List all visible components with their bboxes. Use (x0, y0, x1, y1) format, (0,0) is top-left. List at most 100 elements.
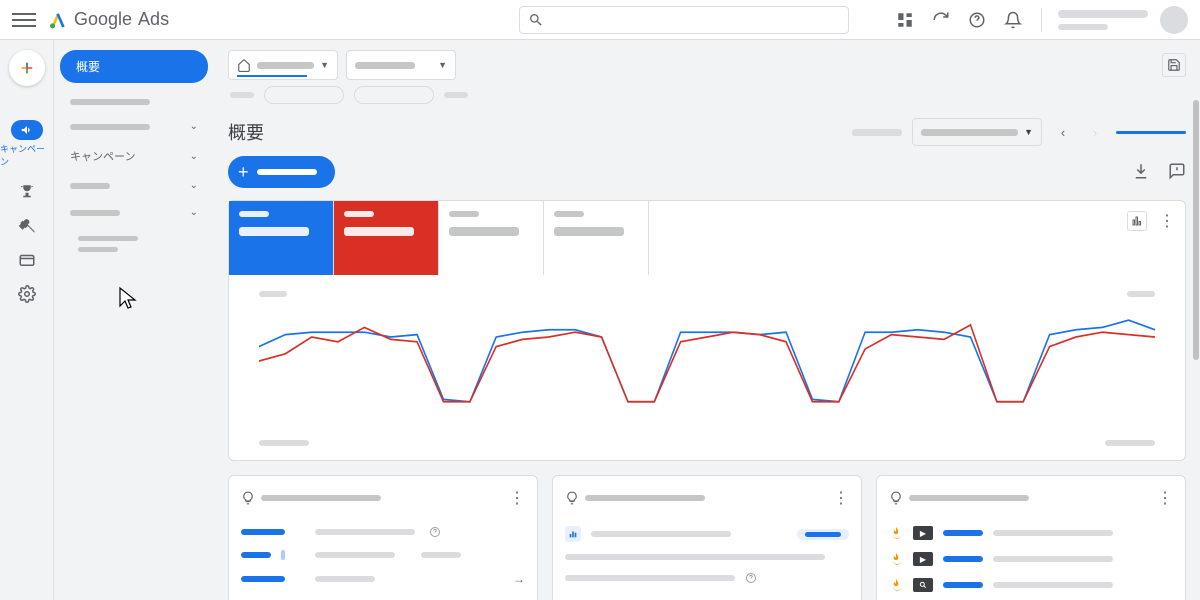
compare-label (852, 129, 902, 136)
sidebar-item-5[interactable]: ⌄ (60, 199, 208, 226)
rail-campaigns[interactable]: キャンペーン (0, 120, 53, 168)
avatar[interactable] (1160, 6, 1188, 34)
cards-row: ⋮ → → → ⋮ (228, 475, 1186, 600)
home-icon (237, 58, 251, 72)
filter-chip[interactable] (264, 86, 344, 104)
lightbulb-icon (889, 491, 903, 505)
content: ▼ ▼ 概要 ▼ ‹ › (214, 40, 1200, 600)
search-field[interactable] (552, 12, 840, 27)
sidebar-overview[interactable]: 概要 (60, 50, 208, 83)
list-item[interactable]: → (241, 566, 525, 592)
scrollbar-thumb[interactable] (1193, 100, 1199, 360)
y-axis-label-left (259, 291, 287, 297)
sidebar-campaigns[interactable]: キャンペーン⌄ (60, 140, 208, 172)
arrow-right-icon: → (513, 572, 525, 586)
list-item[interactable]: → (241, 592, 525, 600)
search-input[interactable] (519, 6, 849, 34)
lightbulb-icon (241, 491, 255, 505)
chevron-down-icon: ⌄ (190, 121, 198, 132)
lightbulb-icon (565, 491, 579, 505)
video-icon: ▶ (913, 552, 933, 566)
status-badge (797, 529, 849, 540)
logo[interactable]: Google Ads (48, 9, 169, 30)
insight-card-1: ⋮ → → → (228, 475, 538, 600)
title-row: 概要 ▼ ‹ › (228, 118, 1186, 146)
chart-footer (229, 434, 1185, 460)
header: Google Ads (0, 0, 1200, 40)
line-chart (259, 301, 1155, 421)
scrollbar[interactable] (1192, 40, 1200, 600)
sidebar-item-2[interactable]: ⌄ (60, 113, 208, 140)
fire-icon (889, 526, 903, 540)
scope-secondary[interactable]: ▼ (346, 50, 456, 80)
search-icon (528, 12, 544, 28)
y-axis-label-right (1127, 291, 1155, 297)
expand-chart-icon[interactable] (1127, 211, 1147, 231)
account-info[interactable] (1058, 10, 1148, 30)
search-ad-icon (913, 578, 933, 592)
hamburger-icon[interactable] (12, 8, 36, 32)
list-item[interactable] (241, 520, 525, 544)
fire-icon (889, 552, 903, 566)
rail-goals-icon[interactable] (17, 182, 37, 202)
accent-line (1116, 131, 1186, 134)
chart-menu-icon[interactable]: ⋮ (1159, 211, 1175, 231)
card-menu-icon[interactable]: ⋮ (833, 488, 849, 508)
refresh-icon[interactable] (929, 8, 953, 32)
logo-suffix: Ads (138, 9, 169, 30)
date-next: › (1084, 121, 1106, 143)
fire-icon (889, 578, 903, 592)
metric-tile-3[interactable] (439, 201, 544, 275)
insight-card-3: ⋮ ▶ ▶ (876, 475, 1186, 600)
metric-tile-2[interactable] (334, 201, 439, 275)
list-item[interactable]: ▶ (889, 546, 1173, 572)
notifications-icon[interactable] (1001, 8, 1025, 32)
sidebar-sub (60, 226, 208, 262)
help-circle-icon[interactable] (429, 526, 441, 538)
bar-chart-icon (565, 526, 581, 542)
new-campaign-button[interactable]: + (228, 156, 335, 188)
create-fab[interactable] (9, 50, 45, 86)
action-row: + (228, 156, 1186, 188)
scope-home[interactable]: ▼ (228, 50, 338, 80)
logo-text: Google (74, 9, 132, 30)
metric-tile-4[interactable] (544, 201, 649, 275)
help-icon[interactable] (965, 8, 989, 32)
rail-billing-icon[interactable] (17, 250, 37, 270)
metric-row: ⋮ (229, 201, 1185, 275)
sidebar: 概要 ⌄ キャンペーン⌄ ⌄ ⌄ (54, 40, 214, 600)
metric-tile-1[interactable] (229, 201, 334, 275)
list-item[interactable] (241, 544, 525, 566)
reports-icon[interactable] (893, 8, 917, 32)
filter-chip[interactable] (354, 86, 434, 104)
scope-row: ▼ ▼ (228, 50, 1186, 80)
save-view-icon[interactable] (1162, 53, 1186, 77)
list-item[interactable] (889, 572, 1173, 598)
page-title: 概要 (228, 119, 264, 145)
icon-rail: キャンペーン (0, 40, 54, 600)
chevron-down-icon: ⌄ (190, 207, 198, 218)
rail-tools-icon[interactable] (17, 216, 37, 236)
list-item[interactable] (565, 520, 849, 548)
plus-icon: + (238, 162, 249, 183)
rail-settings-icon[interactable] (17, 284, 37, 304)
video-icon: ▶ (913, 526, 933, 540)
google-ads-logo-icon (48, 10, 68, 30)
filter-row (228, 86, 1186, 104)
list-item[interactable]: ▶ (889, 520, 1173, 546)
sidebar-item-4[interactable]: ⌄ (60, 172, 208, 199)
date-range-picker[interactable]: ▼ (912, 118, 1042, 146)
chart-card: ⋮ (228, 200, 1186, 461)
help-circle-icon[interactable] (745, 572, 757, 584)
insight-card-2: ⋮ (552, 475, 862, 600)
sidebar-item-1[interactable] (60, 91, 208, 113)
chevron-down-icon: ⌄ (190, 151, 198, 162)
card-menu-icon[interactable]: ⋮ (509, 488, 525, 508)
card-menu-icon[interactable]: ⋮ (1157, 488, 1173, 508)
rail-campaigns-label: キャンペーン (0, 142, 53, 168)
chevron-down-icon: ▼ (1024, 127, 1033, 137)
megaphone-icon (11, 120, 43, 140)
download-icon[interactable] (1132, 162, 1150, 183)
feedback-icon[interactable] (1168, 162, 1186, 183)
date-prev[interactable]: ‹ (1052, 121, 1074, 143)
